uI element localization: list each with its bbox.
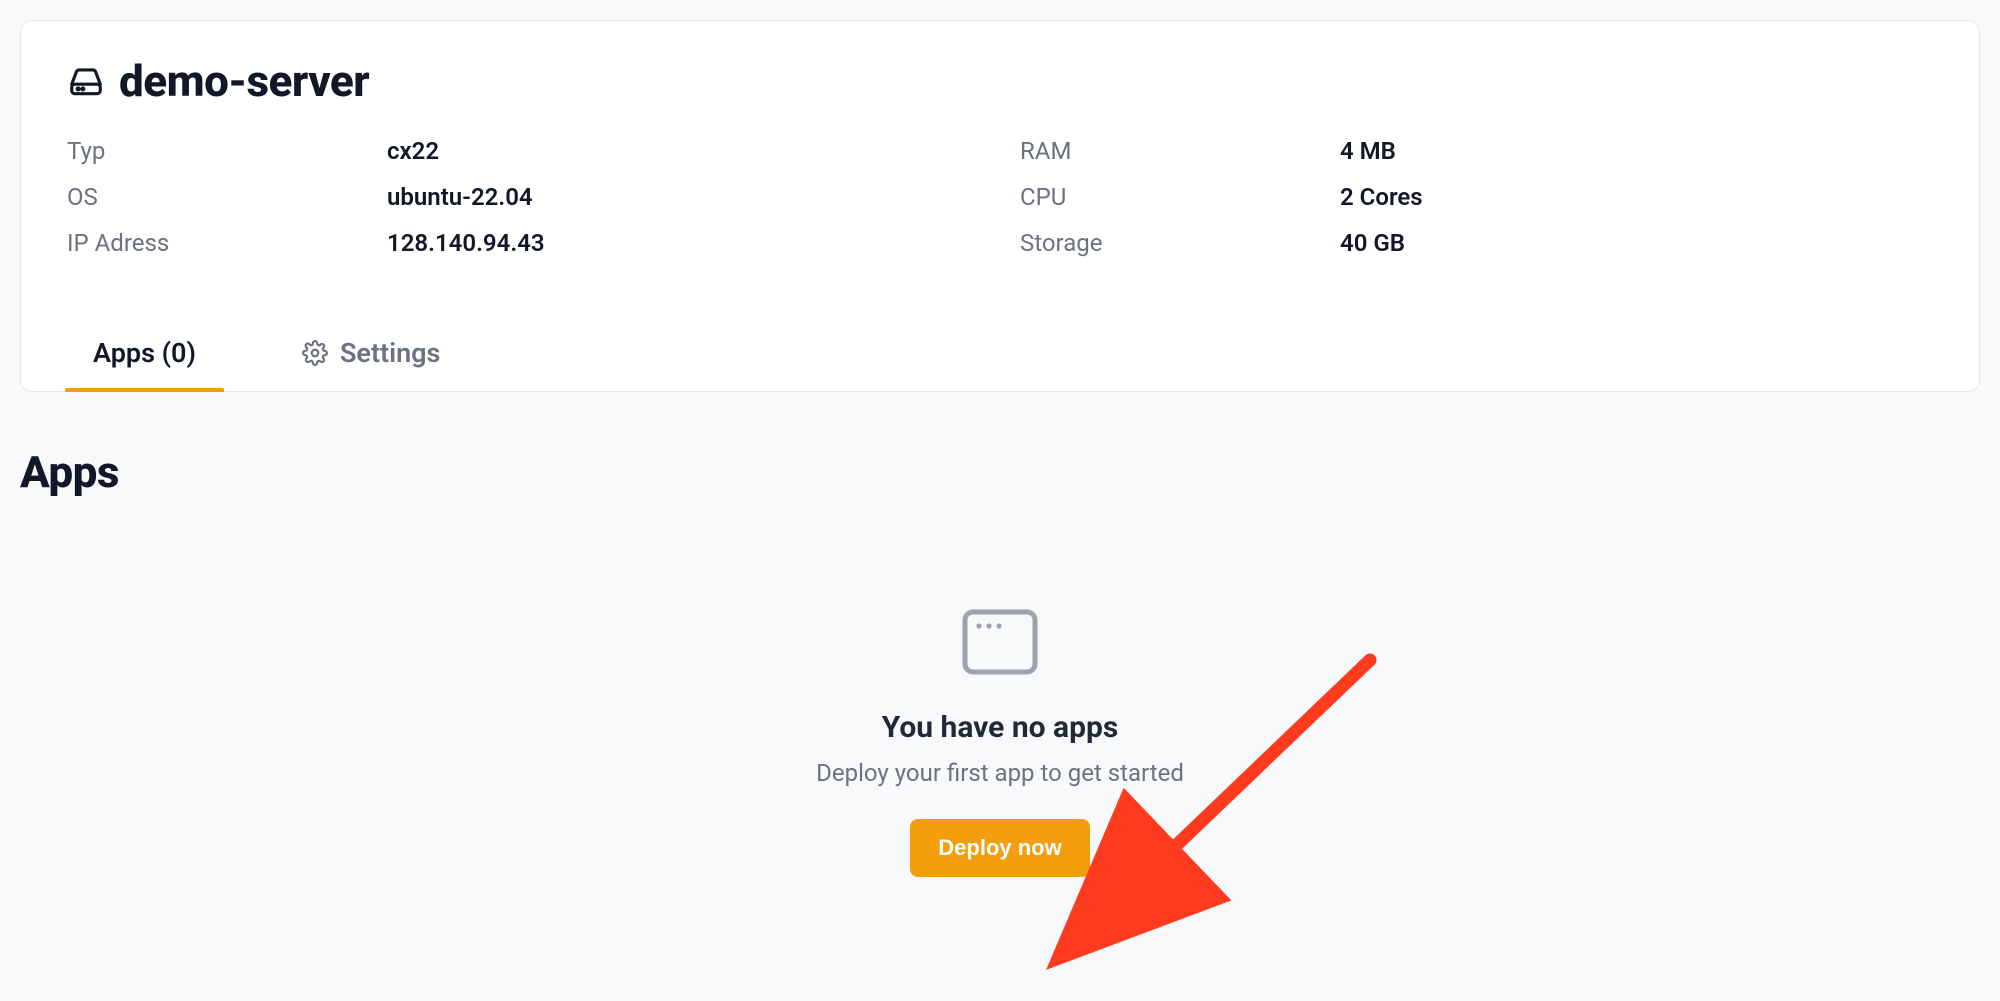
app-window-icon (961, 608, 1039, 676)
tab-settings-label: Settings (340, 337, 441, 369)
section-heading-apps: Apps (20, 446, 1980, 498)
spec-value: 128.140.94.43 (387, 229, 980, 257)
spec-value: ubuntu-22.04 (387, 183, 980, 211)
deploy-now-button[interactable]: Deploy now (910, 819, 1089, 877)
gear-icon (302, 340, 328, 366)
empty-state-title: You have no apps (882, 710, 1119, 745)
tabs: Apps (0) Settings (49, 337, 1951, 391)
server-title-row: demo-server (49, 55, 1951, 107)
spec-label: Storage (1020, 229, 1340, 257)
server-card: demo-server Typ cx22 OS ubuntu-22.04 IP … (20, 20, 1980, 392)
tab-apps-label: Apps (0) (93, 337, 196, 369)
spec-value: 40 GB (1340, 229, 1933, 257)
server-specs-left: Typ cx22 OS ubuntu-22.04 IP Adress 128.1… (67, 137, 980, 257)
tab-apps[interactable]: Apps (0) (65, 337, 224, 391)
spec-value: 2 Cores (1340, 183, 1933, 211)
hard-drive-icon (67, 62, 105, 100)
tab-settings[interactable]: Settings (274, 337, 469, 391)
spec-label: CPU (1020, 183, 1340, 211)
empty-state: You have no apps Deploy your first app t… (20, 608, 1980, 877)
spec-label: OS (67, 183, 387, 211)
server-name: demo-server (119, 55, 369, 107)
server-specs-right: RAM 4 MB CPU 2 Cores Storage 40 GB (1020, 137, 1933, 257)
server-specs: Typ cx22 OS ubuntu-22.04 IP Adress 128.1… (49, 137, 1951, 257)
spec-label: RAM (1020, 137, 1340, 165)
spec-value: 4 MB (1340, 137, 1933, 165)
empty-state-subtitle: Deploy your first app to get started (816, 759, 1184, 787)
spec-value: cx22 (387, 137, 980, 165)
spec-label: IP Adress (67, 229, 387, 257)
spec-label: Typ (67, 137, 387, 165)
